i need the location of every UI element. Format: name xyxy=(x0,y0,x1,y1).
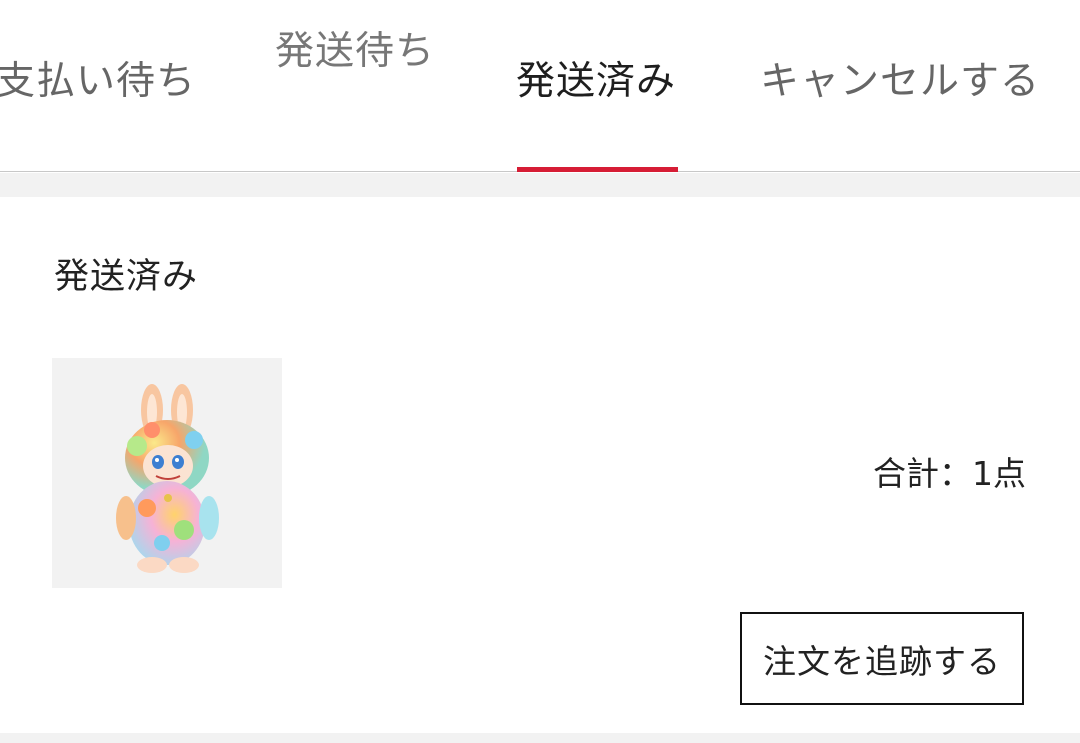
labubu-figure-image xyxy=(116,384,219,573)
total-count: 1点 xyxy=(972,454,1026,493)
order-card[interactable]: 発送済み 合計：1点 注文を追跡する xyxy=(0,197,1080,733)
order-tabs: 支払い待ち 発送待ち 発送済み キャンセルする xyxy=(0,0,1080,172)
order-status-label: 発送済み xyxy=(54,257,199,297)
track-order-button[interactable]: 注文を追跡する xyxy=(740,612,1024,705)
order-total: 合計：1点 xyxy=(873,453,1026,495)
tab-shipped[interactable]: 発送済み xyxy=(516,58,676,106)
total-label: 合計： xyxy=(873,454,972,493)
tab-awaiting-payment[interactable]: 支払い待ち xyxy=(0,58,196,106)
tab-cancelled[interactable]: キャンセルする xyxy=(760,58,1040,106)
tab-awaiting-shipment[interactable]: 発送待ち xyxy=(275,28,435,76)
section-divider xyxy=(0,173,1080,197)
product-thumbnail[interactable] xyxy=(52,358,282,588)
bottom-divider xyxy=(0,733,1080,743)
active-tab-indicator xyxy=(517,167,678,172)
